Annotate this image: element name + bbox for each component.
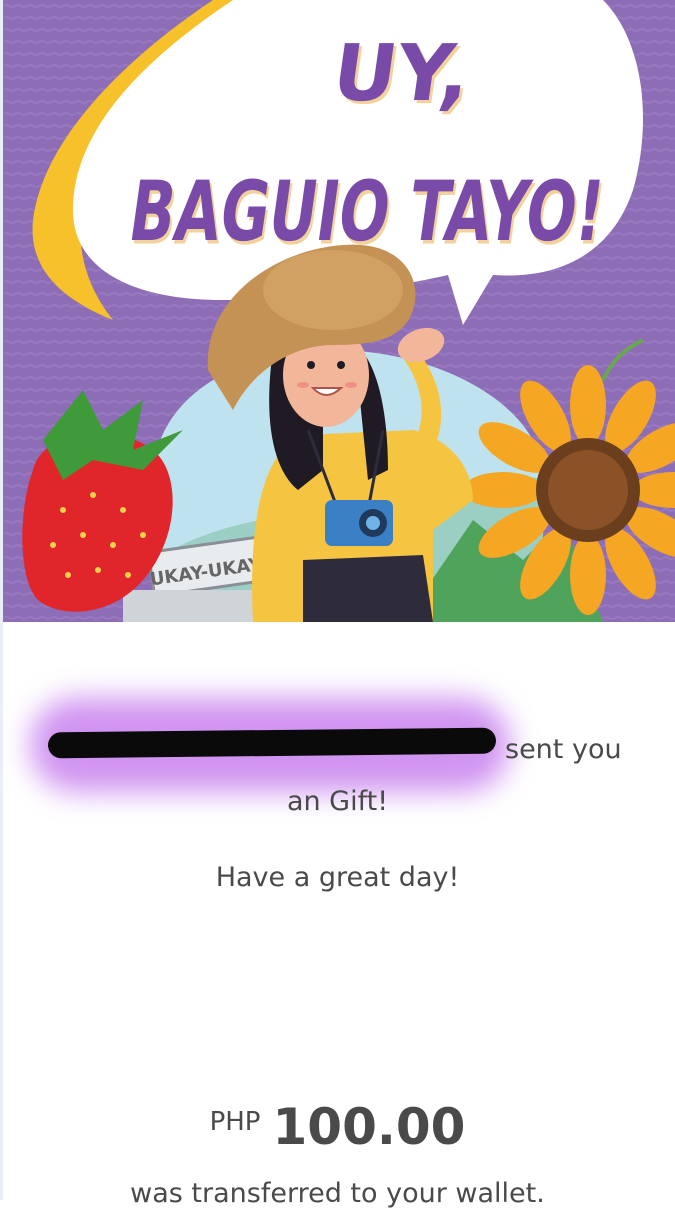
amount-display: PHP 100.00: [0, 1098, 675, 1156]
gift-message-line: an Gift!: [286, 786, 389, 817]
sender-message-suffix: sent you: [505, 734, 622, 765]
redacted-sender-name: [47, 727, 497, 759]
svg-text:UY,: UY,: [327, 28, 476, 119]
greeting-text: Have a great day!: [215, 862, 460, 893]
currency-label: PHP: [209, 1107, 261, 1137]
promo-banner: UY, UY, BAGUIO TAYO! BAGUIO TAYO! UKAY-U…: [3, 0, 675, 622]
amount-value: 100.00: [272, 1098, 466, 1156]
wallet-transfer-text: was transferred to your wallet.: [130, 1178, 545, 1209]
baguio-illustration: UY, UY, BAGUIO TAYO! BAGUIO TAYO! UKAY-U…: [3, 0, 675, 622]
headline-line1: UY, UY,: [327, 28, 479, 122]
